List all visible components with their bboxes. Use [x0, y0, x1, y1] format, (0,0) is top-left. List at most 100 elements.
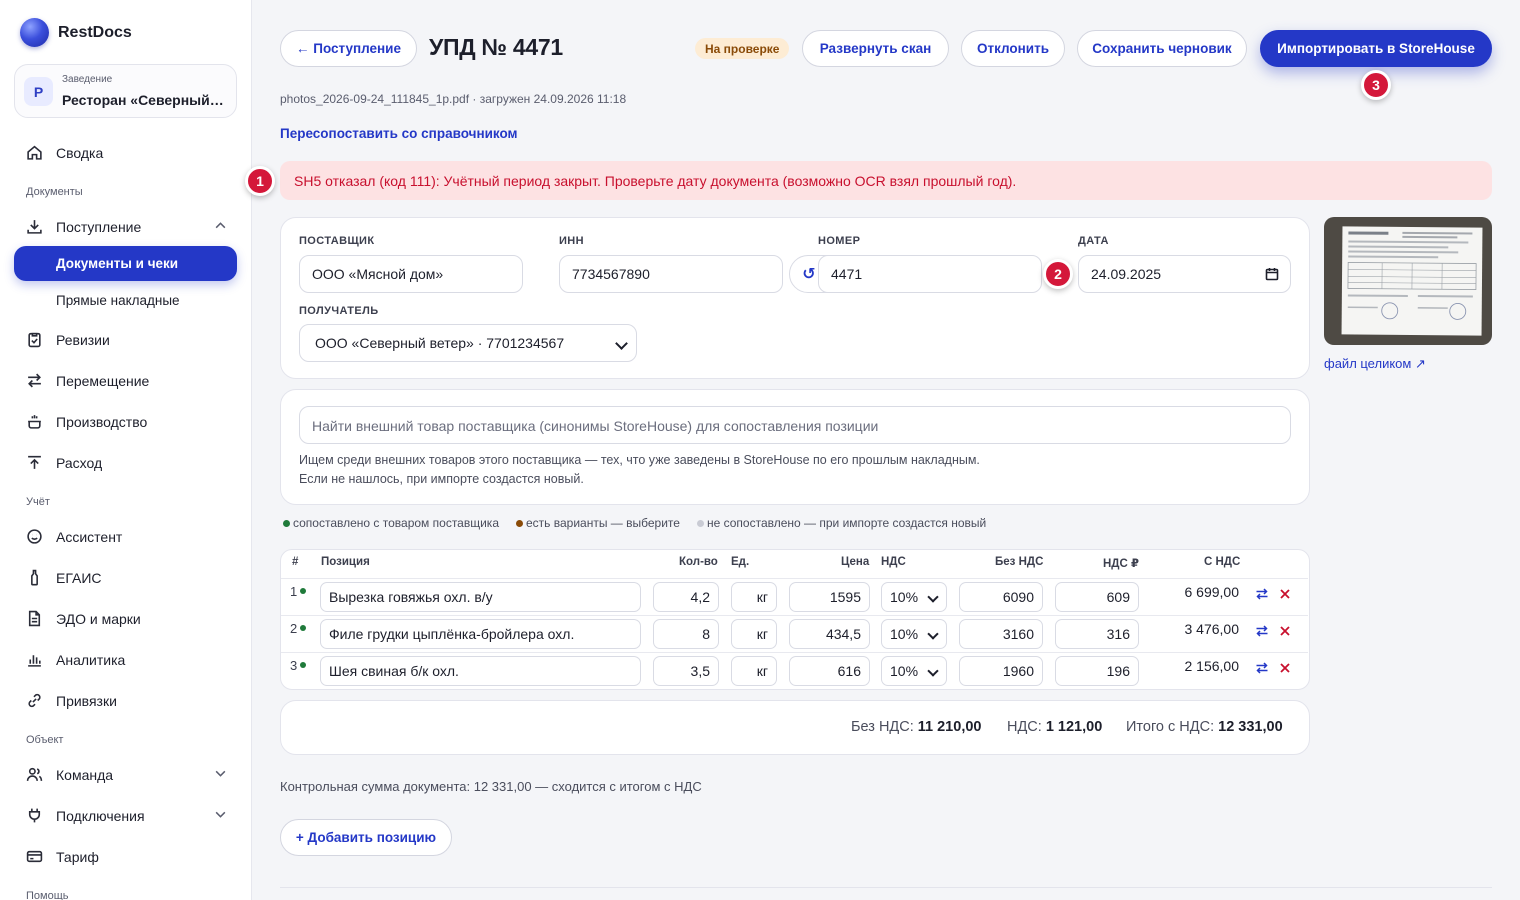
date-field[interactable]: 24.09.2025	[1078, 255, 1291, 293]
sidebar-item-incoming-direct[interactable]: Прямые накладные	[14, 283, 237, 318]
sidebar-item-revisions[interactable]: Ревизии	[14, 322, 237, 356]
callout-marker-2: 2	[1043, 259, 1073, 289]
full-file-link[interactable]: файл целиком ↗	[1324, 356, 1426, 372]
legend-label: не сопоставлено — при импорте создастся …	[706, 516, 987, 530]
item-price-field[interactable]: 434,5	[789, 619, 870, 649]
number-field[interactable]: 4471	[818, 255, 1042, 293]
sidebar-item-label: Команда	[56, 767, 114, 783]
item-price-field[interactable]: 616	[789, 656, 870, 686]
item-vat-select[interactable]: 10%	[881, 582, 947, 612]
brand[interactable]: RestDocs	[20, 18, 132, 47]
sidebar-item-analytics[interactable]: Аналитика	[14, 642, 237, 676]
page-title: УПД № 4471	[429, 34, 563, 60]
total-gross: Итого с НДС: 12 331,00	[1126, 719, 1283, 735]
supplier-field[interactable]: ООО «Мясной дом»	[299, 255, 523, 293]
callout-marker-3: 3	[1361, 70, 1391, 100]
reject-button[interactable]: Отклонить	[961, 30, 1065, 67]
sidebar-item-assistant[interactable]: Ассистент	[14, 519, 237, 553]
sidebar-item-incoming-docs[interactable]: Документы и чеки	[14, 246, 237, 281]
swap-match-icon[interactable]	[1255, 587, 1269, 601]
expand-scan-button[interactable]: Развернуть скан	[802, 30, 949, 67]
row-number: 1	[290, 584, 298, 599]
item-unit-field[interactable]: кг	[731, 582, 777, 612]
sidebar-item-expense[interactable]: Расход	[14, 445, 237, 479]
scan-thumbnail[interactable]	[1324, 217, 1492, 345]
chevron-up-icon[interactable]	[214, 219, 227, 232]
sidebar-item-production[interactable]: Производство	[14, 404, 237, 438]
table-divider	[281, 615, 1308, 616]
total-gross-label: Итого с НДС:	[1126, 719, 1215, 735]
sidebar-item-incoming[interactable]: Поступление	[14, 209, 237, 243]
item-qty-field[interactable]: 3,5	[653, 656, 719, 686]
credit-card-icon	[26, 850, 43, 863]
delete-row-icon[interactable]	[1279, 588, 1291, 600]
sidebar-item-label: Документы и чеки	[56, 256, 179, 271]
remap-reference-link[interactable]: Пересопоставить со справочником	[280, 126, 518, 141]
sidebar-item-label: Аналитика	[56, 652, 126, 668]
col-header-vat: НДС	[881, 556, 906, 568]
delete-row-icon[interactable]	[1279, 662, 1291, 674]
chevron-down-icon[interactable]	[214, 808, 227, 821]
item-qty-field[interactable]: 4,2	[653, 582, 719, 612]
legend-item-matched: сопоставлено с товаром поставщика	[283, 516, 499, 530]
back-button[interactable]: ← Поступление	[280, 30, 417, 67]
inn-field[interactable]: 7734567890	[559, 255, 783, 293]
item-qty-field[interactable]: 8	[653, 619, 719, 649]
item-vat-sum-field[interactable]: 196	[1055, 656, 1139, 686]
total-net-value: 11 210,00	[917, 719, 982, 735]
item-unit-field[interactable]: кг	[731, 656, 777, 686]
col-header-gross: С НДС	[1204, 556, 1241, 568]
item-net-field[interactable]: 1960	[959, 656, 1043, 686]
item-name-field[interactable]: Филе грудки цыплёнка-бройлера охл.	[320, 619, 641, 649]
sidebar-item-egais[interactable]: ЕГАИС	[14, 560, 237, 594]
item-unit-field[interactable]: кг	[731, 619, 777, 649]
item-price-field[interactable]: 1595	[789, 582, 870, 612]
delete-row-icon[interactable]	[1279, 625, 1291, 637]
sidebar-item-label: Подключения	[56, 808, 145, 824]
swap-match-icon[interactable]	[1255, 624, 1269, 638]
scan-preview-image	[1347, 231, 1477, 320]
sidebar-item-summary[interactable]: Сводка	[14, 135, 237, 169]
sidebar-item-label: Производство	[56, 414, 148, 430]
item-net-field[interactable]: 6090	[959, 582, 1043, 612]
item-vat-sum-field[interactable]: 609	[1055, 582, 1139, 612]
sidebar-item-tariff[interactable]: Тариф	[14, 839, 237, 873]
legend-label: сопоставлено с товаром поставщика	[293, 516, 499, 530]
sidebar-item-label: Перемещение	[56, 373, 150, 389]
supplier-product-search-input[interactable]: Найти внешний товар поставщика (синонимы…	[299, 406, 1291, 444]
item-name-field[interactable]: Вырезка говяжья охл. в/у	[320, 582, 641, 612]
item-vat-select[interactable]: 10%	[881, 619, 947, 649]
main-content: ← Поступление УПД № 4471 На проверке Раз…	[245, 0, 1520, 900]
item-vat-select[interactable]: 10%	[881, 656, 947, 686]
sidebar-item-label: ЕГАИС	[56, 570, 102, 586]
document-icon	[28, 610, 41, 627]
item-gross-value: 6 699,00	[1184, 584, 1240, 600]
calendar-icon[interactable]	[1265, 267, 1279, 281]
sidebar-item-transfer[interactable]: Перемещение	[14, 363, 237, 397]
sidebar-item-edo[interactable]: ЭДО и марки	[14, 601, 237, 635]
recipient-select[interactable]: ООО «Северный ветер» · 7701234567	[299, 324, 637, 362]
sidebar-item-label: Сводка	[56, 145, 104, 161]
sidebar-item-connections[interactable]: Подключения	[14, 798, 237, 832]
item-name-field[interactable]: Шея свиная б/к охл.	[320, 656, 641, 686]
col-header-unit: Ед.	[731, 556, 750, 568]
item-net-field[interactable]: 3160	[959, 619, 1043, 649]
swap-match-icon[interactable]	[1255, 661, 1269, 675]
save-draft-button[interactable]: Сохранить черновик	[1077, 30, 1247, 67]
venue-switcher[interactable]: Р Заведение Ресторан «Северный ветер»	[14, 64, 237, 118]
sidebar-item-team[interactable]: Команда	[14, 757, 237, 791]
inn-label: ИНН	[559, 235, 584, 247]
date-value: 24.09.2025	[1091, 266, 1162, 282]
sidebar: RestDocs Р Заведение Ресторан «Северный …	[0, 0, 252, 900]
brand-logo-icon	[20, 18, 49, 47]
total-net-label: Без НДС:	[851, 719, 914, 735]
chevron-down-icon[interactable]	[214, 767, 227, 780]
sidebar-item-bindings[interactable]: Привязки	[14, 683, 237, 717]
import-storehouse-button[interactable]: Импортировать в StoreHouse	[1260, 30, 1492, 67]
item-vat-sum-field[interactable]: 316	[1055, 619, 1139, 649]
plug-icon	[28, 808, 41, 823]
add-item-button[interactable]: + Добавить позицию	[280, 819, 452, 856]
sidebar-item-label: Привязки	[56, 693, 117, 709]
arrows-swap-icon	[28, 373, 41, 388]
sidebar-item-label: Ассистент	[56, 529, 123, 545]
